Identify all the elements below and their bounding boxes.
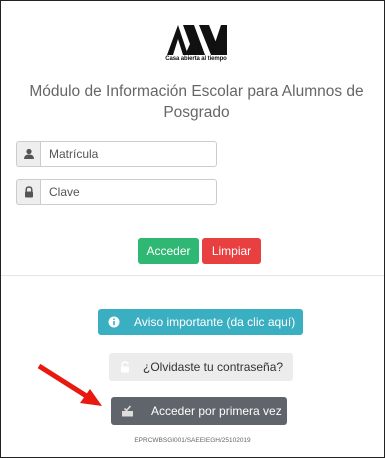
user-icon bbox=[16, 141, 40, 167]
limpiar-button[interactable]: Limpiar bbox=[202, 238, 261, 264]
lock-icon bbox=[16, 179, 40, 205]
title-line-2: Posgrado bbox=[163, 104, 230, 121]
info-icon bbox=[104, 316, 124, 328]
divider bbox=[1, 275, 384, 276]
footer-code: EPRCWBSGI001/SAEEIEGH/25102019 bbox=[134, 437, 251, 444]
primera-label: Acceder por primera vez bbox=[151, 404, 282, 418]
inbox-check-icon bbox=[117, 405, 137, 417]
aviso-button[interactable]: Aviso importante (da clic aquí) bbox=[98, 309, 303, 335]
matricula-group bbox=[16, 141, 217, 167]
uam-logo-mark bbox=[167, 25, 227, 55]
aviso-label: Aviso importante (da clic aquí) bbox=[134, 315, 296, 329]
unlock-icon bbox=[115, 361, 135, 373]
uam-logo: Casa abierta al tiempo bbox=[161, 23, 231, 65]
clave-input[interactable] bbox=[40, 179, 217, 205]
olvidaste-password-button[interactable]: ¿Olvidaste tu contraseña? bbox=[109, 353, 293, 381]
acceder-button[interactable]: Acceder bbox=[138, 238, 199, 264]
logo-caption: Casa abierta al tiempo bbox=[165, 56, 227, 62]
olvido-label: ¿Olvidaste tu contraseña? bbox=[143, 360, 284, 374]
acceder-primera-vez-button[interactable]: Acceder por primera vez bbox=[111, 397, 287, 425]
matricula-input[interactable] bbox=[40, 141, 217, 167]
red-arrow-annotation bbox=[37, 363, 102, 406]
login-page: Casa abierta al tiempo Módulo de Informa… bbox=[0, 0, 385, 458]
title-line-1: Módulo de Información Escolar para Alumn… bbox=[29, 83, 364, 100]
clave-group bbox=[16, 179, 217, 205]
page-title: Módulo de Información Escolar para Alumn… bbox=[9, 81, 384, 123]
